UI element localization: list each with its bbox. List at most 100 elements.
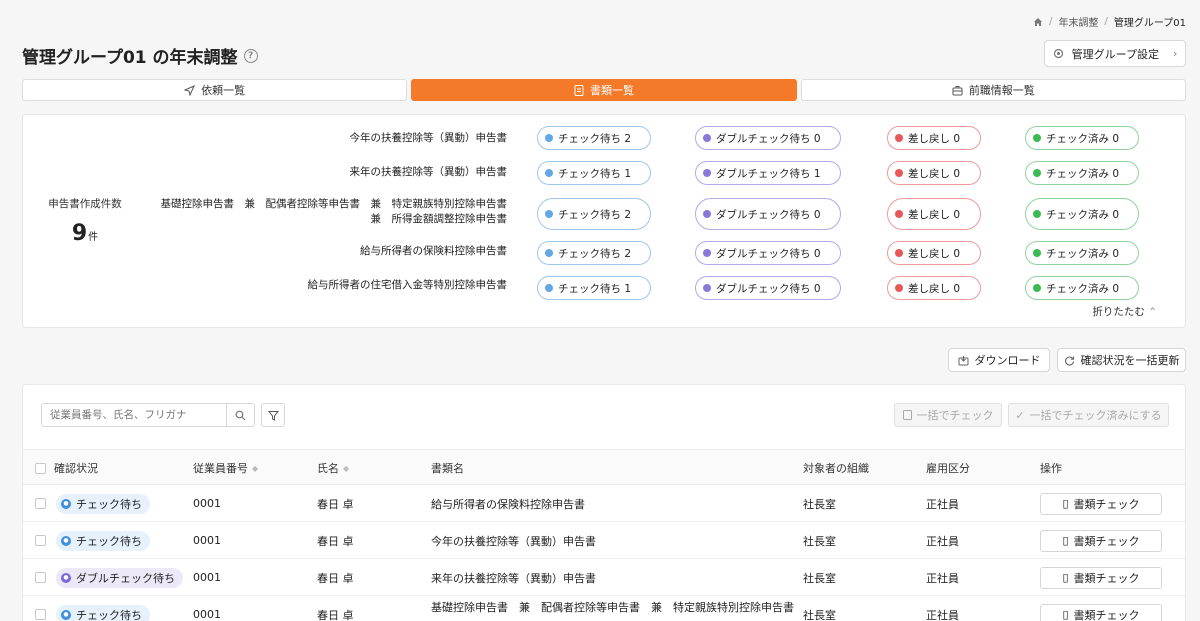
document-table-card: 一括でチェック ✓ 一括でチェック済みにする 確認状況 従業員番号 ◆ 氏名 ◆ 書…: [22, 384, 1186, 621]
tab-previous-job[interactable]: 前職情報一覧: [800, 79, 1186, 101]
header-operation-label: 操作: [1040, 462, 1062, 475]
status-badge: ● チェック待ち: [56, 604, 150, 621]
status-dot: [545, 284, 553, 292]
table-row: ● チェック待ち 0001 春日 卓 基礎控除申告書 兼 配偶者控除等申告書 兼 …: [23, 596, 1185, 621]
pill-label: 差し戻し 0: [908, 132, 961, 145]
settings-icon: [1053, 48, 1063, 59]
status-dot: [545, 169, 553, 177]
checked-pill[interactable]: チェック済み 0: [1025, 198, 1139, 230]
header-employee-no[interactable]: 従業員番号 ◆: [193, 450, 258, 486]
row-name: 春日 卓: [317, 571, 354, 585]
chevron-up-icon: ⌃: [1148, 306, 1157, 318]
sort-icon[interactable]: ◆: [343, 464, 349, 473]
status-badge: ● ダブルチェック待ち: [56, 567, 183, 588]
refresh-icon: [1064, 355, 1074, 365]
download-button[interactable]: ダウンロード: [948, 348, 1050, 372]
sort-icon[interactable]: ◆: [252, 464, 258, 473]
status-label: チェック待ち: [76, 608, 142, 621]
checked-pill[interactable]: チェック済み 0: [1025, 241, 1139, 265]
document-check-label: 書類チェック: [1073, 534, 1140, 548]
summary-count-value: 9: [71, 221, 88, 246]
double-check-pill[interactable]: ダブルチェック待ち 1: [695, 161, 841, 185]
document-check-button[interactable]: ▯ 書類チェック: [1040, 492, 1162, 515]
pill-label: ダブルチェック待ち 0: [716, 132, 821, 145]
status-label: ダブルチェック待ち: [76, 571, 175, 585]
row-checkbox[interactable]: [35, 609, 46, 620]
tab-documents[interactable]: 書類一覧: [411, 79, 797, 101]
home-icon[interactable]: [1033, 17, 1043, 27]
double-check-pill[interactable]: ダブルチェック待ち 0: [695, 276, 841, 300]
status-label: チェック待ち: [76, 534, 142, 548]
check-pending-pill[interactable]: チェック待ち 1: [537, 276, 651, 300]
summary-total: 申告書作成件数 9件: [23, 115, 147, 327]
row-operation: ▯ 書類チェック: [1040, 559, 1162, 596]
tab-previous-job-label: 前職情報一覧: [968, 84, 1035, 97]
double-check-pill[interactable]: ダブルチェック待ち 0: [695, 241, 841, 265]
search-input[interactable]: [42, 409, 226, 421]
row-checkbox[interactable]: [35, 498, 46, 509]
summary-doc-line: 来年の扶養控除等（異動）申告書: [349, 166, 508, 178]
check-pending-pill[interactable]: チェック待ち 2: [537, 241, 651, 265]
bulk-refresh-button[interactable]: 確認状況を一括更新: [1057, 348, 1186, 372]
check-pending-pill[interactable]: チェック待ち 2: [537, 126, 651, 150]
row-name: 春日 卓: [317, 534, 354, 548]
row-employee-no: 0001: [193, 608, 221, 621]
status-dot: [895, 169, 903, 177]
bulk-complete-label: 一括でチェック済みにする: [1029, 409, 1162, 422]
bulk-complete-button[interactable]: ✓ 一括でチェック済みにする: [1008, 403, 1169, 427]
status-dot: [895, 249, 903, 257]
header-name-label: 氏名: [317, 462, 339, 475]
pill-label: ダブルチェック待ち 0: [716, 282, 821, 295]
pill-label: チェック待ち 2: [558, 208, 632, 221]
document-check-button[interactable]: ▯ 書類チェック: [1040, 603, 1162, 621]
row-employee-no: 0001: [193, 497, 221, 510]
status-dot: [545, 134, 553, 142]
pill-label: チェック済み 0: [1046, 167, 1120, 180]
tab-requests[interactable]: 依頼一覧: [22, 79, 408, 101]
breadcrumb-separator: /: [1104, 16, 1108, 27]
summary-label: 申告書作成件数: [48, 198, 122, 210]
checked-pill[interactable]: チェック済み 0: [1025, 161, 1139, 185]
status-dot: [703, 134, 711, 142]
document-check-button[interactable]: ▯ 書類チェック: [1040, 566, 1162, 589]
summary-count-unit: 件: [88, 232, 99, 243]
search-icon[interactable]: [226, 404, 254, 426]
returned-pill[interactable]: 差し戻し 0: [887, 276, 981, 300]
breadcrumb-item-group: 管理グループ01: [1113, 18, 1186, 29]
document-check-button[interactable]: ▯ 書類チェック: [1040, 529, 1162, 552]
clipboard-icon: ▯: [1062, 571, 1069, 584]
summary-doc-name: 基礎控除申告書 兼 配偶者控除等申告書 兼 特定親族特別控除申告書 兼 所得金額…: [161, 197, 508, 227]
pill-label: チェック待ち 1: [558, 167, 632, 180]
status-dot: [1033, 169, 1041, 177]
header-name[interactable]: 氏名 ◆: [317, 450, 349, 486]
group-settings-button[interactable]: 管理グループ設定 ›: [1044, 40, 1186, 67]
select-all-checkbox[interactable]: [35, 462, 46, 474]
row-checkbox[interactable]: [35, 572, 46, 583]
checked-pill[interactable]: チェック済み 0: [1025, 276, 1139, 300]
check-icon: ✓: [1015, 408, 1025, 422]
bulk-check-button[interactable]: 一括でチェック: [894, 403, 1002, 427]
check-pending-pill[interactable]: チェック待ち 2: [537, 198, 651, 230]
filter-button[interactable]: [261, 403, 285, 427]
status-icon: ●: [61, 572, 71, 583]
send-icon: [184, 84, 196, 96]
double-check-pill[interactable]: ダブルチェック待ち 0: [695, 198, 841, 230]
help-icon[interactable]: ?: [243, 48, 258, 63]
document-icon: [574, 84, 584, 96]
check-pending-pill[interactable]: チェック待ち 1: [537, 161, 651, 185]
returned-pill[interactable]: 差し戻し 0: [887, 198, 981, 230]
status-badge: ● チェック待ち: [56, 530, 150, 551]
summary-count: 9件: [72, 221, 98, 246]
returned-pill[interactable]: 差し戻し 0: [887, 161, 981, 185]
breadcrumb-item-year-end[interactable]: 年末調整: [1059, 14, 1099, 29]
header-employment: 雇用区分: [926, 450, 970, 486]
row-checkbox[interactable]: [35, 535, 46, 546]
double-check-pill[interactable]: ダブルチェック待ち 0: [695, 126, 841, 150]
returned-pill[interactable]: 差し戻し 0: [887, 241, 981, 265]
summary-doc-line: 給与所得者の住宅借入金等特別控除申告書: [307, 279, 508, 291]
pill-label: チェック済み 0: [1046, 247, 1120, 260]
checked-pill[interactable]: チェック済み 0: [1025, 126, 1139, 150]
row-status-cell: ● ダブルチェック待ち: [35, 559, 183, 596]
collapse-toggle[interactable]: 折りたたむ ⌃: [1092, 304, 1157, 319]
returned-pill[interactable]: 差し戻し 0: [887, 126, 981, 150]
